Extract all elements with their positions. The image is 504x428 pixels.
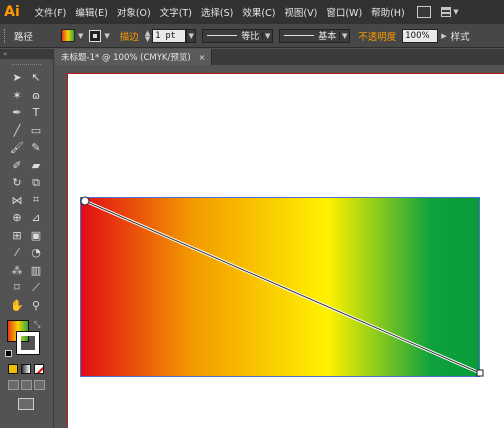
fill-stroke-widget: ⤡ [0, 320, 53, 362]
profile-label: 等比 [241, 32, 260, 42]
draw-mode-row [0, 380, 53, 390]
brush-dropdown-icon[interactable]: ▼ [339, 31, 349, 40]
swap-fill-stroke-icon[interactable]: ⤡ [34, 320, 40, 330]
stroke-color-box[interactable] [16, 331, 40, 355]
width-tool-icon[interactable]: ⋈ [10, 193, 24, 207]
lasso-tool-icon[interactable]: ɷ [29, 88, 43, 102]
arrange-documents-icon[interactable]: ▼ [441, 6, 459, 18]
stroke-weight-dropdown[interactable]: ▼ [186, 28, 197, 43]
slice-tool-icon[interactable]: ⟋ [29, 281, 43, 295]
illustrator-window: Ai 文件(F) 编辑(E) 对象(O) 文字(T) 选择(S) 效果(C) 视… [0, 0, 504, 428]
direct-selection-tool-icon[interactable]: ↖ [29, 71, 43, 85]
draw-inside-icon[interactable] [34, 380, 45, 390]
opacity-link[interactable]: 不透明度 [358, 29, 396, 43]
scale-tool-icon[interactable]: ⧉ [29, 176, 43, 190]
control-grip[interactable] [4, 28, 10, 43]
gradient-origin-handle[interactable] [80, 196, 90, 206]
tools-grip[interactable] [12, 59, 41, 65]
zoom-tool-icon[interactable]: ⚲ [29, 298, 43, 312]
stroke-swatch[interactable] [89, 29, 102, 42]
eyedropper-tool-icon[interactable]: ⁄ [10, 246, 24, 260]
opacity-dropdown-icon[interactable]: ▶ [441, 32, 446, 40]
stepper-arrows-icon[interactable]: ▲ ▼ [145, 29, 150, 42]
rectangle-tool-icon[interactable]: ▭ [29, 123, 43, 137]
fill-dropdown-icon[interactable]: ▼ [78, 32, 83, 40]
default-fill-stroke-icon[interactable] [5, 350, 12, 357]
symbol-sprayer-tool-icon[interactable]: ⁂ [10, 263, 24, 277]
opacity-input[interactable]: 100% [402, 28, 439, 43]
menu-select[interactable]: 选择(S) [196, 5, 237, 19]
menu-edit[interactable]: 编辑(E) [71, 5, 112, 19]
stroke-dropdown-icon[interactable]: ▼ [104, 32, 109, 40]
document-tab-bar: 未标题-1* @ 100% (CMYK/预览) × [55, 49, 504, 65]
screen-mode-icon[interactable] [18, 398, 34, 410]
document-tab[interactable]: 未标题-1* @ 100% (CMYK/预览) × [55, 49, 213, 65]
menu: 文件(F) 编辑(E) 对象(O) 文字(T) 选择(S) 效果(C) 视图(V… [30, 5, 409, 19]
brush-definition[interactable]: 基本 ▼ [279, 28, 351, 43]
artboard-tool-icon[interactable]: ⌑ [10, 281, 24, 295]
canvas[interactable] [55, 65, 504, 428]
gradient-tool-icon[interactable]: ▣ [29, 228, 43, 242]
bridge-icon[interactable] [417, 6, 432, 18]
tools-panel: « ➤ ↖ ✶ ɷ ✒ T ╱ ▭ 🖌 ✎ ✐ ▰ ↻ ⧉ ⋈ ⌗ ⊕ ⊿ ⊞ ▣ ⁄ ◔ ⁂ ▥ ⌑ ⟋… [0, 49, 54, 428]
brush-line-icon [284, 35, 315, 36]
profile-line-icon [207, 35, 238, 36]
perspective-grid-tool-icon[interactable]: ⊿ [29, 211, 43, 225]
blob-brush-tool-icon[interactable]: ✐ [10, 158, 24, 172]
close-icon[interactable]: × [199, 53, 206, 62]
menu-type[interactable]: 文字(T) [155, 5, 196, 19]
hand-tool-icon[interactable]: ✋ [10, 298, 24, 312]
brush-label: 基本 [318, 32, 337, 42]
none-mode-button[interactable] [34, 364, 44, 374]
selection-tool-icon[interactable]: ➤ [10, 71, 24, 85]
stroke-weight-stepper[interactable]: ▲ ▼ 1 pt ▼ [145, 28, 197, 43]
menu-effect[interactable]: 效果(C) [238, 5, 280, 19]
layout-icon [441, 7, 452, 17]
draw-behind-icon[interactable] [21, 380, 32, 390]
stroke-weight-input[interactable]: 1 pt [152, 28, 187, 43]
gradient-end-handle[interactable] [476, 369, 484, 377]
style-label[interactable]: 样式 [451, 29, 470, 43]
control-bar: 路径 ▼ ▼ 描边 ▲ ▼ 1 pt ▼ 等比 ▼ 基本 ▼ 不透明度 100% … [0, 24, 504, 48]
blend-tool-icon[interactable]: ◔ [29, 246, 43, 260]
rotate-tool-icon[interactable]: ↻ [10, 176, 24, 190]
paintbrush-tool-icon[interactable]: 🖌 [10, 141, 24, 155]
menu-view[interactable]: 视图(V) [280, 5, 322, 19]
color-mode-row [0, 364, 53, 374]
magic-wand-tool-icon[interactable]: ✶ [10, 88, 24, 102]
fill-swatch[interactable] [61, 29, 76, 42]
document-tab-title: 未标题-1* @ 100% (CMYK/预览) [61, 53, 191, 63]
mesh-tool-icon[interactable]: ⊞ [10, 228, 24, 242]
tools-collapse-icon[interactable]: « [0, 49, 53, 59]
color-mode-button[interactable] [8, 364, 18, 374]
variable-width-profile[interactable]: 等比 ▼ [202, 28, 274, 43]
column-graph-tool-icon[interactable]: ▥ [29, 263, 43, 277]
menu-help[interactable]: 帮助(H) [367, 5, 410, 19]
draw-normal-icon[interactable] [8, 380, 19, 390]
eraser-tool-icon[interactable]: ▰ [29, 158, 43, 172]
menu-file[interactable]: 文件(F) [30, 5, 71, 19]
gradient-annotator [80, 196, 484, 377]
gradient-mode-button[interactable] [21, 364, 31, 374]
chevron-down-icon: ▼ [453, 8, 459, 16]
app-logo: Ai [4, 4, 20, 20]
type-tool-icon[interactable]: T [29, 106, 43, 120]
profile-dropdown-icon[interactable]: ▼ [262, 31, 272, 40]
menu-object[interactable]: 对象(O) [112, 5, 155, 19]
free-transform-tool-icon[interactable]: ⌗ [29, 193, 43, 207]
menu-bar: Ai 文件(F) 编辑(E) 对象(O) 文字(T) 选择(S) 效果(C) 视… [0, 0, 504, 24]
menu-window[interactable]: 窗口(W) [322, 5, 367, 19]
pen-tool-icon[interactable]: ✒ [10, 106, 24, 120]
gradient-annotator-line[interactable] [84, 200, 481, 374]
selection-type-label: 路径 [14, 31, 34, 43]
stroke-link[interactable]: 描边 [120, 29, 139, 43]
line-tool-icon[interactable]: ╱ [10, 123, 24, 137]
shape-builder-tool-icon[interactable]: ⊕ [10, 211, 24, 225]
pencil-tool-icon[interactable]: ✎ [29, 141, 43, 155]
